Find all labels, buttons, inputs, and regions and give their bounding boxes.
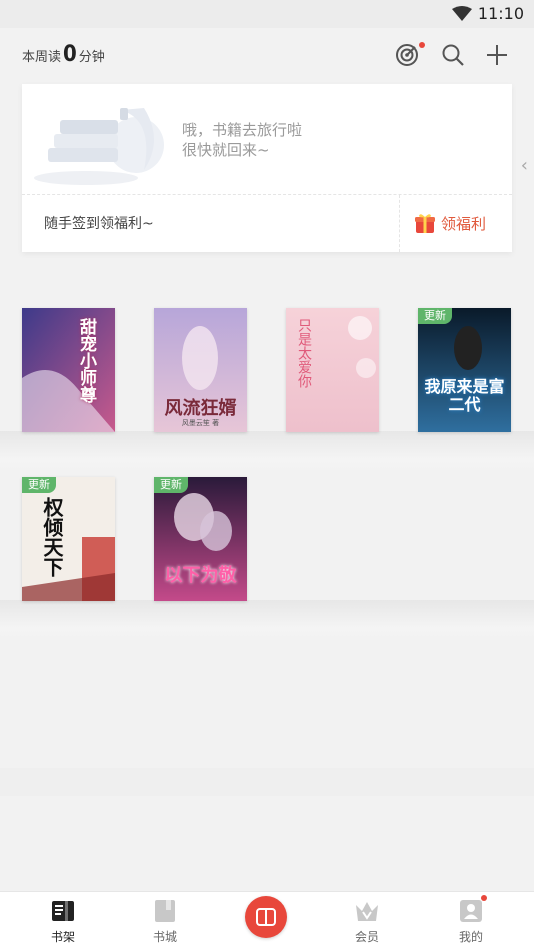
empty-message-line2: 很快就回来~ — [182, 141, 270, 159]
tab-label: 书城 — [152, 930, 177, 944]
side-drawer-handle[interactable]: ‹ — [521, 155, 528, 176]
book-cover-art — [22, 477, 115, 601]
radar-button[interactable] — [392, 40, 425, 70]
tab-label: 会员 — [354, 930, 379, 944]
continue-reading-button[interactable] — [245, 896, 287, 938]
book-cover[interactable]: 风流狂婿 风墨云笙 著 — [154, 308, 247, 432]
weekly-reading-time[interactable]: 本周读 0 分钟 — [22, 42, 105, 67]
bookshelf-icon — [50, 898, 76, 924]
empty-books-illustration — [34, 108, 164, 185]
tab-bookshelf[interactable]: 书架 — [13, 892, 113, 950]
status-time: 11:10 — [477, 4, 524, 23]
update-badge: 更新 — [418, 308, 452, 324]
radar-icon — [396, 44, 418, 66]
book-cover-art — [22, 308, 115, 432]
book-cover[interactable]: 更新 以下为敬 — [154, 477, 247, 601]
book-cover[interactable]: 更新 我原来是富二代 — [418, 308, 511, 432]
empty-message-line1: 哦，书籍去旅行啦 — [182, 121, 303, 139]
book-title: 权倾天下 — [40, 497, 64, 577]
search-icon — [442, 44, 464, 66]
tab-label: 我的 — [458, 930, 483, 944]
book-title: 甜宠小师尊 — [76, 318, 96, 403]
book-cover[interactable]: 更新 权倾天下 — [22, 477, 115, 601]
welfare-label: 领福利 — [441, 214, 487, 233]
tab-bookstore[interactable]: 书城 — [115, 892, 215, 950]
shelf-base-2 — [0, 600, 534, 640]
tab-profile[interactable]: 我的 — [421, 892, 521, 950]
book-cover[interactable]: 只是太爱你 — [286, 308, 379, 432]
profile-icon — [458, 898, 484, 924]
welfare-button[interactable]: 领福利 — [414, 209, 486, 237]
checkin-link[interactable]: 随手签到领福利~ — [44, 213, 154, 233]
welfare-separator — [399, 195, 400, 252]
tab-label: 书架 — [50, 930, 75, 944]
crown-icon — [354, 898, 380, 924]
shelf-header: 本周读 0 分钟 — [0, 28, 534, 86]
update-badge: 更新 — [22, 477, 56, 493]
book-title: 我原来是富二代 — [424, 377, 505, 414]
update-badge: 更新 — [154, 477, 188, 493]
search-button[interactable] — [438, 40, 468, 70]
gift-icon — [415, 214, 435, 233]
reading-prefix: 本周读 — [22, 50, 62, 65]
book-title: 风流狂婿 — [164, 398, 237, 419]
shelf-base-3 — [0, 768, 534, 796]
reading-minutes: 0 — [63, 42, 77, 67]
book-title: 只是太爱你 — [296, 318, 312, 388]
bookstore-icon — [152, 898, 178, 924]
book-title: 以下为敬 — [164, 565, 237, 586]
book-open-icon — [256, 908, 276, 926]
profile-notification-dot — [481, 895, 487, 901]
add-button[interactable] — [482, 40, 512, 70]
wifi-icon — [452, 6, 472, 21]
empty-shelf-card: 哦，书籍去旅行啦 很快就回来~ 随手签到领福利~ 领福利 — [22, 84, 512, 252]
reading-suffix: 分钟 — [78, 50, 105, 65]
radar-notification-dot — [419, 42, 425, 48]
status-bar: 11:10 — [0, 0, 534, 28]
book-cover[interactable]: 甜宠小师尊 — [22, 308, 115, 432]
shelf-base-1 — [0, 431, 534, 471]
empty-message: 哦，书籍去旅行啦 很快就回来~ — [182, 120, 302, 160]
checkin-area: 随手签到领福利~ 领福利 — [22, 195, 512, 252]
empty-message-area: 哦，书籍去旅行啦 很快就回来~ — [22, 84, 512, 194]
book-author: 风墨云笙 著 — [181, 419, 220, 427]
add-icon — [487, 45, 507, 65]
tab-vip[interactable]: 会员 — [317, 892, 417, 950]
